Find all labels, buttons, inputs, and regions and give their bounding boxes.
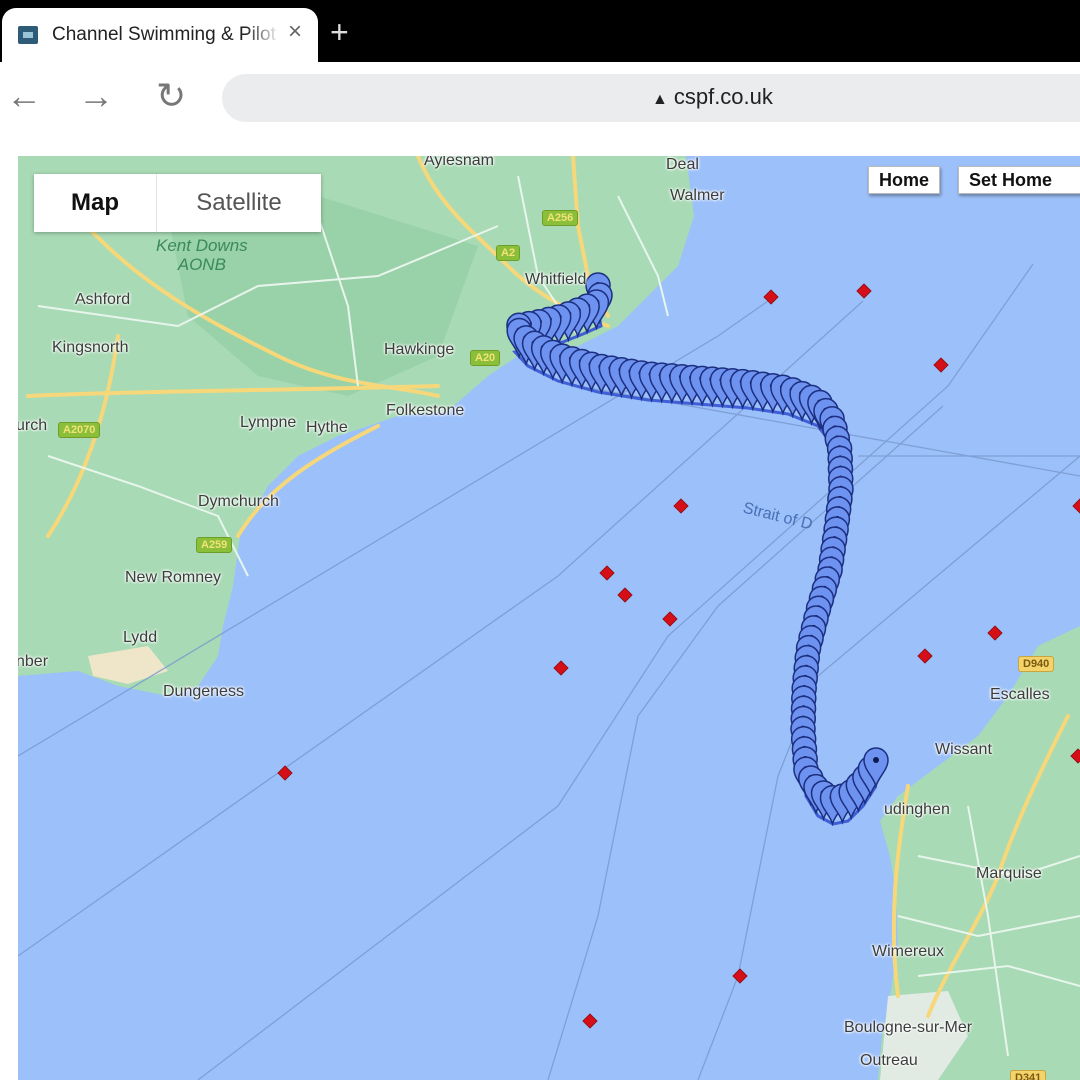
buoy-marker <box>1072 498 1080 514</box>
place-label: New Romney <box>125 569 222 586</box>
place-label: Lydd <box>123 629 158 646</box>
road-shield: A2070 <box>58 422 101 438</box>
road-shield: A259 <box>196 537 233 553</box>
forward-arrow-icon[interactable]: → <box>78 76 114 116</box>
buoy-marker <box>582 1013 598 1029</box>
map-canvas <box>18 156 1080 1080</box>
reload-icon[interactable]: ↻ <box>156 76 186 116</box>
place-label: Ashford <box>75 291 131 308</box>
buoy-marker <box>856 283 872 299</box>
new-tab-button[interactable]: + <box>330 14 349 50</box>
buoy-marker <box>662 611 678 627</box>
map-type-satellite-button[interactable]: Satellite <box>157 174 321 232</box>
road-shield: D940 <box>1018 656 1055 672</box>
place-label: nber <box>18 653 49 670</box>
close-tab-icon[interactable]: × <box>288 20 302 44</box>
buoy-marker <box>553 660 569 676</box>
address-bar[interactable]: ▲ cspf.co.uk <box>222 74 1080 122</box>
place-label: Aylesnam <box>424 156 494 169</box>
place-label: Deal <box>666 156 699 173</box>
buoy-marker <box>277 765 293 781</box>
browser-tab-bar: Channel Swimming & Pilot Federation × + <box>0 0 1080 62</box>
place-label: Folkestone <box>386 402 465 419</box>
buoy-marker <box>673 498 689 514</box>
place-label: Hawkinge <box>384 341 455 358</box>
place-label: Walmer <box>670 187 725 204</box>
site-favicon-icon <box>18 26 38 44</box>
swim-track <box>506 272 889 827</box>
map-view[interactable]: Aylesnam Deal Walmer Whitfield Hawkinge … <box>18 156 1080 1080</box>
home-button[interactable]: Home <box>868 166 941 194</box>
road-shield: A20 <box>470 350 501 366</box>
place-label: Lympne <box>240 414 297 431</box>
buoy-marker <box>933 357 949 373</box>
back-arrow-icon[interactable]: ← <box>6 76 42 116</box>
place-label: Wissant <box>935 741 992 758</box>
place-label: Escalles <box>990 686 1050 703</box>
place-label: Kingsnorth <box>52 339 129 356</box>
buoy-marker <box>917 648 933 664</box>
place-label: Dymchurch <box>198 493 279 510</box>
place-label: Hythe <box>306 419 348 436</box>
road-shield: D341 <box>1010 1070 1047 1080</box>
road-shield: A2 <box>496 245 521 261</box>
place-label: Boulogne-sur-Mer <box>844 1019 973 1036</box>
browser-tab[interactable]: Channel Swimming & Pilot Federation × <box>2 8 318 62</box>
tab-title: Channel Swimming & Pilot Federation <box>52 24 280 45</box>
browser-toolbar: ← → ↻ ▲ cspf.co.uk <box>0 62 1080 134</box>
buoy-marker <box>617 587 633 603</box>
not-secure-warning-icon: ▲ <box>652 91 668 108</box>
place-label: Marquise <box>976 865 1042 882</box>
place-label: Outreau <box>860 1052 918 1069</box>
url-display: ▲ cspf.co.uk <box>652 84 773 110</box>
buoy-marker <box>732 968 748 984</box>
road-shield: A256 <box>542 210 579 226</box>
map-type-map-button[interactable]: Map <box>34 174 157 232</box>
park-label-line: Kent Downs <box>156 236 248 255</box>
set-home-button[interactable]: Set Home <box>958 166 1080 194</box>
park-label: Kent Downs AONB <box>156 236 248 274</box>
page-header-strip <box>0 134 1080 156</box>
place-label: Whitfield <box>525 271 587 288</box>
map-type-control: Map Satellite <box>34 174 321 232</box>
buoy-marker <box>599 565 615 581</box>
park-label-line: AONB <box>177 255 226 274</box>
url-text: cspf.co.uk <box>673 84 773 109</box>
place-label: Dungeness <box>163 683 244 700</box>
place-label: urch <box>18 417 48 434</box>
place-label: Wimereux <box>872 943 945 960</box>
buoy-marker <box>987 625 1003 641</box>
place-label: udinghen <box>884 801 950 818</box>
